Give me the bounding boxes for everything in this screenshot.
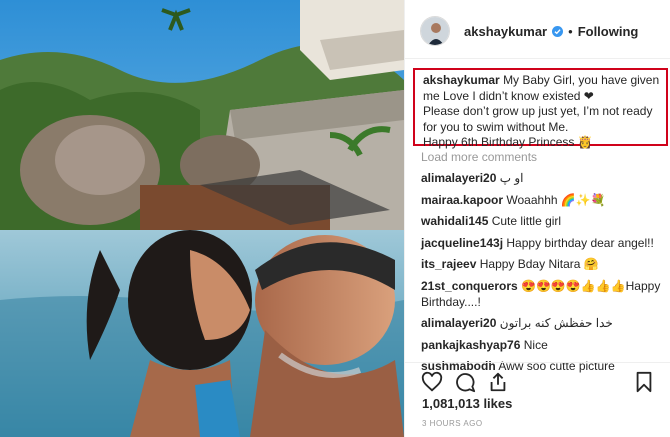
share-icon[interactable] (487, 371, 509, 393)
comment-text: او پ (499, 171, 524, 185)
comment-text: Happy Bday Nitara 🤗 (479, 257, 599, 272)
header-divider (405, 58, 670, 59)
comment-text: خدا حفظش کنه براتون (499, 316, 613, 331)
comments-list: alimalayeri20 او پ mairaa.kapoor Woaahhh… (421, 171, 661, 381)
comment: pankajkashyap76 Nice (421, 338, 661, 354)
post-details-panel: akshaykumar • Following akshaykumar My B… (404, 0, 670, 437)
verified-badge-icon (552, 25, 564, 37)
post-timestamp: 3 HOURS AGO (422, 419, 483, 428)
caption-username[interactable]: akshaykumar (423, 73, 500, 87)
following-button[interactable]: Following (578, 24, 639, 39)
likes-count[interactable]: 1,081,013 likes (422, 396, 512, 411)
header-separator: • (568, 23, 573, 39)
comment: its_rajeev Happy Bday Nitara 🤗 (421, 257, 661, 273)
comment-text: Cute little girl (491, 214, 562, 229)
comment: jacqueline143j Happy birthday dear angel… (421, 236, 661, 252)
comment-username[interactable]: its_rajeev (421, 257, 476, 271)
comment-username[interactable]: alimalayeri20 (421, 171, 496, 185)
comment-username[interactable]: wahidali145 (421, 214, 488, 228)
avatar-image (421, 17, 449, 45)
comment-text: Woaahhh 🌈✨💐 (506, 192, 606, 207)
comment-icon[interactable] (454, 371, 476, 393)
comment-text: Nice (523, 337, 548, 352)
header-username[interactable]: akshaykumar (464, 24, 547, 39)
comment: mairaa.kapoor Woaahhh 🌈✨💐 (421, 193, 661, 209)
caption-line-2: Please don’t grow up just yet, I’m not r… (423, 104, 653, 134)
avatar[interactable] (420, 16, 450, 46)
photo-illustration (0, 0, 404, 437)
comment-username[interactable]: alimalayeri20 (421, 316, 496, 330)
comment: alimalayeri20 او پ (421, 171, 661, 187)
heart-icon[interactable] (421, 371, 443, 393)
caption-line-3: Happy 6th Birthday Princess 👸 (423, 135, 593, 149)
comment-text: Happy birthday dear angel!! (506, 235, 654, 250)
bookmark-icon[interactable] (633, 371, 655, 393)
comment-username[interactable]: pankajkashyap76 (421, 338, 520, 352)
comment: 21st_conquerors 😍😍😍😍👍👍👍Happy Birthday...… (421, 279, 661, 310)
comment: wahidali145 Cute little girl (421, 214, 661, 230)
comment-username[interactable]: 21st_conquerors (421, 279, 518, 293)
comment-username[interactable]: jacqueline143j (421, 236, 503, 250)
load-more-comments[interactable]: Load more comments (421, 150, 537, 164)
caption-highlight: akshaykumar My Baby Girl, you have given… (413, 68, 668, 149)
action-bar (405, 362, 670, 398)
comment-username[interactable]: mairaa.kapoor (421, 193, 503, 207)
post-header: akshaykumar • Following (420, 10, 670, 52)
comment: alimalayeri20 خدا حفظش کنه براتون (421, 316, 661, 332)
post-photo[interactable] (0, 0, 404, 437)
